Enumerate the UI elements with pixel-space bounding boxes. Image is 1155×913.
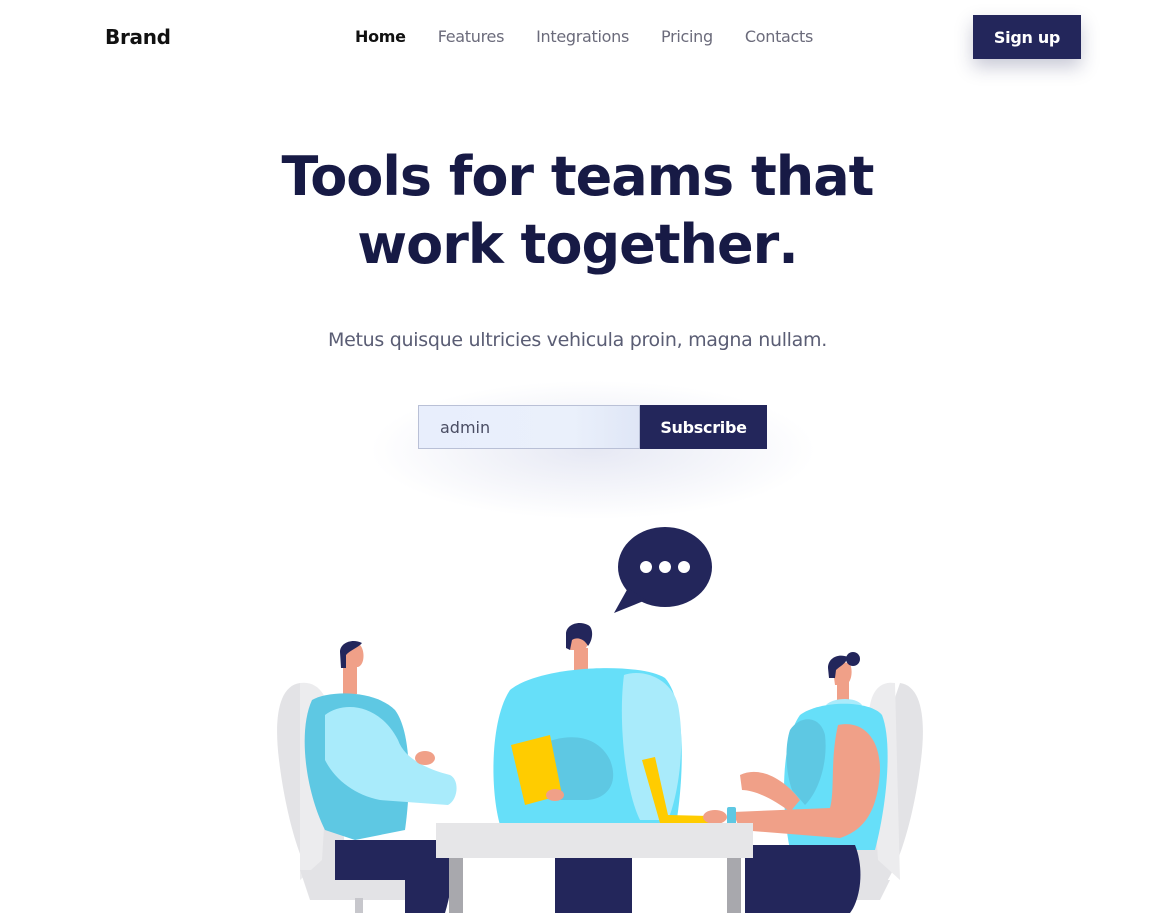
nav-link-pricing[interactable]: Pricing (661, 27, 713, 46)
subscribe-email-input[interactable] (418, 405, 640, 449)
middle-person (493, 623, 710, 913)
nav-links: Home Features Integrations Pricing Conta… (355, 27, 845, 46)
hero-title-prefix: work (357, 213, 521, 276)
nav-link-home[interactable]: Home (355, 27, 406, 46)
meeting-table (436, 823, 753, 913)
right-person (703, 652, 888, 913)
brand-logo[interactable]: Brand (105, 25, 171, 49)
hero-title-suffix: . (778, 213, 798, 276)
subscribe-button[interactable]: Subscribe (640, 405, 767, 449)
left-chair (277, 682, 425, 913)
subscribe-form-glow (368, 380, 818, 520)
signup-button[interactable]: Sign up (973, 15, 1081, 59)
hero-title: Tools for teams that work together. (0, 143, 1155, 279)
hero-title-highlight: together (520, 211, 779, 279)
nav-link-integrations[interactable]: Integrations (536, 27, 629, 46)
speech-bubble-icon (614, 527, 712, 613)
left-person (304, 641, 457, 913)
hero-subtitle: Metus quisque ultricies vehicula proin, … (328, 329, 827, 351)
nav-link-contacts[interactable]: Contacts (745, 27, 813, 46)
navbar: Brand Home Features Integrations Pricing… (0, 0, 1155, 74)
right-chair (790, 682, 923, 913)
hero-title-line1: Tools for teams that (281, 145, 875, 208)
nav-link-features[interactable]: Features (438, 27, 505, 46)
